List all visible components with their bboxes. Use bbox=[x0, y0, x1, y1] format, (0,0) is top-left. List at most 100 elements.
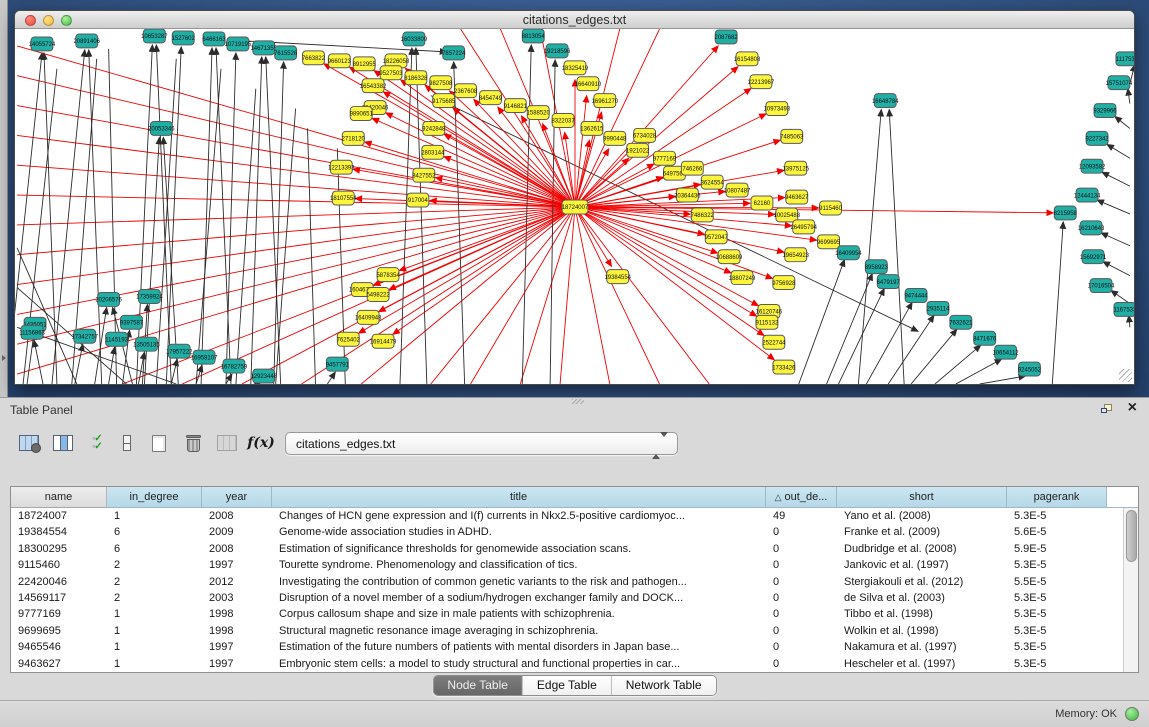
graph-node[interactable]: 2935114 bbox=[927, 301, 950, 315]
graph-node[interactable]: 12923448 bbox=[251, 369, 278, 383]
graph-node[interactable]: 18807249 bbox=[729, 271, 756, 285]
graph-node[interactable]: 18325419 bbox=[562, 61, 589, 75]
column-header-outde[interactable]: △out_de... bbox=[766, 487, 837, 508]
window-resize-grip[interactable] bbox=[1119, 369, 1132, 382]
graph-node[interactable]: 9990448 bbox=[603, 131, 627, 145]
graph-node[interactable]: 16640910 bbox=[575, 77, 602, 91]
graph-node[interactable]: 3624554 bbox=[701, 175, 725, 189]
graph-node[interactable]: 2718120 bbox=[342, 131, 366, 145]
table-row[interactable]: 1938455462009Genome-wide association stu… bbox=[11, 524, 1123, 540]
graph-hub-node[interactable]: 18724007 bbox=[562, 200, 589, 214]
graph-node[interactable]: 16210643 bbox=[1078, 221, 1105, 235]
graph-node[interactable]: 8427552 bbox=[412, 168, 436, 182]
graph-node[interactable]: 7632621 bbox=[949, 315, 973, 329]
graph-node[interactable]: 7485063 bbox=[780, 129, 804, 143]
cell-name[interactable]: 19384554 bbox=[11, 524, 107, 540]
graph-node[interactable]: 9756928 bbox=[772, 276, 796, 290]
graph-node[interactable]: 19384554 bbox=[605, 270, 632, 284]
cell-short[interactable]: Tibbo et al. (1998) bbox=[837, 606, 1007, 622]
select-columns-icon[interactable]: ✓✓ bbox=[84, 430, 110, 456]
expand-panel-arrow-icon[interactable] bbox=[2, 355, 6, 361]
graph-node[interactable]: 9474444 bbox=[904, 289, 928, 303]
graph-node[interactable]: 9242848 bbox=[422, 121, 446, 135]
graph-node[interactable]: 13505135 bbox=[133, 337, 160, 351]
cell-name[interactable]: 9465546 bbox=[11, 639, 107, 655]
cell-pagerank[interactable]: 5.3E-5 bbox=[1007, 590, 1107, 606]
close-panel-icon[interactable]: × bbox=[1128, 399, 1137, 417]
graph-node[interactable]: 16409954 bbox=[835, 246, 862, 260]
graph-node[interactable]: 9115460 bbox=[819, 201, 842, 215]
graph-node[interactable]: 9227342 bbox=[1085, 131, 1109, 145]
graph-node[interactable]: 16782759 bbox=[221, 359, 248, 373]
cell-pagerank[interactable]: 5.3E-5 bbox=[1007, 606, 1107, 622]
cell-indegree[interactable]: 2 bbox=[107, 557, 202, 573]
cell-name[interactable]: 9463627 bbox=[11, 656, 107, 672]
cell-indegree[interactable]: 2 bbox=[107, 574, 202, 590]
graph-node[interactable]: 1145193 bbox=[105, 332, 128, 346]
graph-node[interactable]: 7625402 bbox=[337, 332, 361, 346]
cell-title[interactable]: Corpus callosum shape and size in male p… bbox=[272, 606, 766, 622]
graph-node[interactable]: 16154808 bbox=[734, 52, 761, 66]
graph-node[interactable]: 12213967 bbox=[748, 75, 775, 89]
cell-title[interactable]: Disruption of a novel member of a sodium… bbox=[272, 590, 766, 606]
graph-node[interactable]: 10654112 bbox=[993, 345, 1020, 359]
cell-name[interactable]: 18300295 bbox=[11, 541, 107, 557]
cell-short[interactable]: Nakamura et al. (1997) bbox=[837, 639, 1007, 655]
tab-edge-table[interactable]: Edge Table bbox=[523, 676, 612, 695]
table-row[interactable]: 946554611997Estimation of the future num… bbox=[11, 639, 1123, 655]
cell-year[interactable]: 1998 bbox=[202, 606, 272, 622]
graph-node[interactable]: 12093582 bbox=[1079, 159, 1106, 173]
graph-node[interactable]: 6466163 bbox=[202, 32, 226, 46]
cell-name[interactable]: 22420046 bbox=[11, 574, 107, 590]
graph-node[interactable]: 13975125 bbox=[783, 161, 810, 175]
graph-node[interactable]: 17342757 bbox=[72, 329, 99, 343]
graph-node[interactable]: 15692971 bbox=[1080, 250, 1107, 264]
cell-pagerank[interactable]: 5.6E-5 bbox=[1007, 524, 1107, 540]
cell-name[interactable]: 9699695 bbox=[11, 623, 107, 639]
cell-pagerank[interactable]: 5.3E-5 bbox=[1007, 623, 1107, 639]
cell-pagerank[interactable]: 5.3E-5 bbox=[1007, 508, 1107, 524]
graph-node[interactable]: 9329966 bbox=[1093, 104, 1117, 118]
graph-node[interactable]: 16543382 bbox=[360, 79, 387, 93]
graph-node[interactable]: 8186328 bbox=[404, 71, 428, 85]
table-row[interactable]: 946362711997Embryonic stem cells: a mode… bbox=[11, 656, 1123, 672]
float-panel-icon[interactable] bbox=[1101, 404, 1113, 414]
cell-indegree[interactable]: 1 bbox=[107, 606, 202, 622]
table-mode-icon[interactable] bbox=[16, 430, 42, 456]
graph-node[interactable]: 9463627 bbox=[785, 190, 809, 204]
graph-node[interactable]: 9115132 bbox=[756, 315, 779, 329]
graph-node[interactable]: 16914479 bbox=[370, 334, 397, 348]
graph-node[interactable]: 9245052 bbox=[1018, 362, 1042, 376]
cell-outde[interactable]: 0 bbox=[766, 590, 837, 606]
graph-node[interactable]: 16958107 bbox=[191, 350, 218, 364]
column-header-short[interactable]: short bbox=[837, 487, 1007, 508]
cell-title[interactable]: Estimation of significance thresholds fo… bbox=[272, 541, 766, 557]
tab-network-table[interactable]: Network Table bbox=[612, 676, 716, 695]
cell-indegree[interactable]: 6 bbox=[107, 541, 202, 557]
citation-network-graph[interactable]: 1872400796601238912955182260589527503818… bbox=[15, 29, 1134, 384]
graph-node[interactable]: 2803144 bbox=[421, 145, 445, 159]
column-header-indegree[interactable]: in_degree bbox=[107, 487, 202, 508]
graph-node[interactable]: 12444134 bbox=[1074, 188, 1101, 202]
graph-node[interactable]: 17359924 bbox=[136, 290, 163, 304]
column-header-pagerank[interactable]: pagerank bbox=[1007, 487, 1107, 508]
graph-node[interactable]: 5498222 bbox=[367, 288, 391, 302]
graph-node[interactable]: 1921022 bbox=[626, 143, 650, 157]
network-canvas[interactable]: 1872400796601238912955182260589527503818… bbox=[15, 29, 1134, 384]
graph-node[interactable]: 8215958 bbox=[1054, 206, 1078, 220]
cell-name[interactable]: 18724007 bbox=[11, 508, 107, 524]
table-row[interactable]: 1872400712008Changes of HCN gene express… bbox=[11, 508, 1123, 524]
cell-short[interactable]: Hescheler et al. (1997) bbox=[837, 656, 1007, 672]
graph-node[interactable]: 62160 bbox=[751, 196, 773, 210]
cell-title[interactable]: Tourette syndrome. Phenomenology and cla… bbox=[272, 557, 766, 573]
column-header-name[interactable]: name bbox=[11, 487, 107, 508]
cell-outde[interactable]: 0 bbox=[766, 606, 837, 622]
graph-node[interactable]: 9827508 bbox=[429, 76, 453, 90]
table-selector-dropdown[interactable]: citations_edges.txt bbox=[285, 432, 678, 455]
graph-node[interactable]: 10653287 bbox=[141, 29, 168, 43]
cell-outde[interactable]: 0 bbox=[766, 524, 837, 540]
graph-node[interactable]: 746266 bbox=[681, 161, 703, 175]
cell-year[interactable]: 2008 bbox=[202, 508, 272, 524]
cell-title[interactable]: Estimation of the future numbers of pati… bbox=[272, 639, 766, 655]
cell-title[interactable]: Genome-wide association studies in ADHD. bbox=[272, 524, 766, 540]
